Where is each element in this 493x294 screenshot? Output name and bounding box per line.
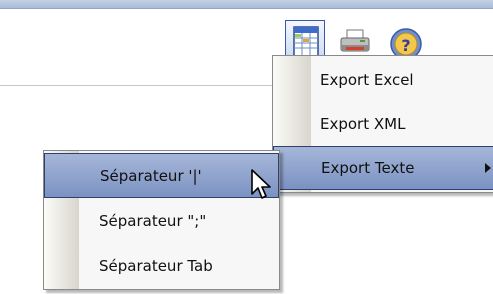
menu-item-label: Export Texte	[321, 159, 415, 177]
menu-item-label: Séparateur ";"	[99, 211, 207, 230]
menu-item-separateur-tab[interactable]: Séparateur Tab	[44, 243, 279, 288]
menu-item-label: Export XML	[320, 115, 406, 133]
menu-item-export-texte[interactable]: Export Texte	[273, 146, 493, 190]
menu-item-separateur-semicolon[interactable]: Séparateur ";"	[44, 198, 279, 243]
window-top-bar	[0, 0, 493, 9]
menu-item-export-excel[interactable]: Export Excel	[273, 58, 493, 102]
separator-submenu: Séparateur '|' Séparateur ";" Séparateur…	[43, 150, 280, 290]
menu-item-label: Séparateur Tab	[99, 256, 213, 275]
arrow-cursor-icon	[251, 169, 271, 199]
menu-item-label: Export Excel	[320, 71, 414, 89]
export-menu: Export Excel Export XML Export Texte	[272, 55, 493, 193]
menu-item-separateur-pipe[interactable]: Séparateur '|'	[44, 153, 279, 198]
menu-item-export-xml[interactable]: Export XML	[273, 102, 493, 146]
menu-item-label: Séparateur '|'	[100, 166, 202, 185]
svg-text:?: ?	[401, 36, 410, 55]
submenu-arrow-icon	[485, 163, 491, 173]
